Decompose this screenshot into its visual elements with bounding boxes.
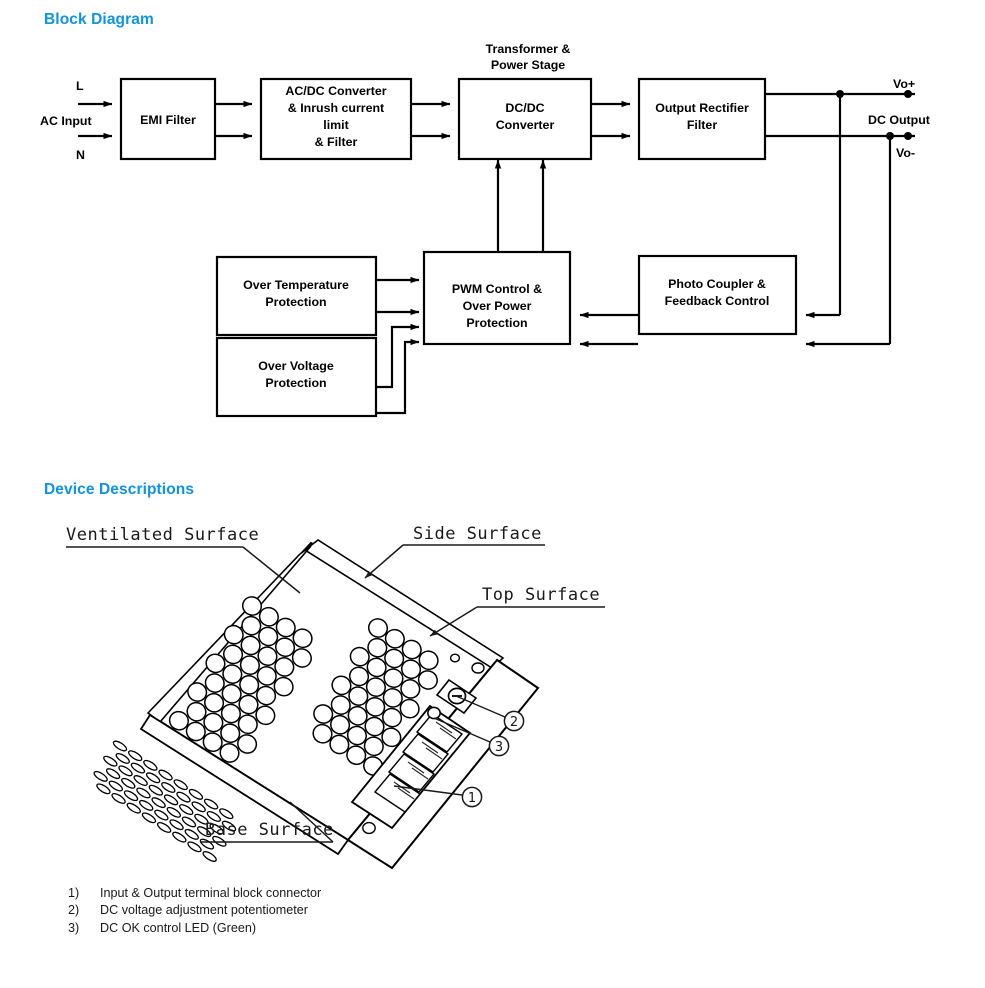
label-output-negative: Vo-: [896, 146, 915, 160]
callout-3: 3: [488, 735, 510, 757]
annotation-transformer-line1: Transformer &: [486, 42, 571, 56]
label-ventilated-surface: Ventilated Surface: [66, 525, 259, 545]
block-label-ovp-line1: Over Voltage: [258, 359, 334, 373]
device-illustration: Ventilated Surface Side Surface Top Surf…: [0, 510, 985, 880]
svg-text:3: 3: [495, 740, 503, 755]
label-ac-input: AC Input: [40, 114, 92, 128]
callout-1: 1: [461, 786, 483, 808]
block-pwm-control: [422, 250, 572, 346]
block-label-pwm-line3: Protection: [466, 316, 527, 330]
device-descriptions-heading: Device Descriptions: [44, 481, 195, 498]
block-diagram: EMI Filter AC/DC Converter & Inrush curr…: [0, 32, 985, 442]
label-base-surface: Base Surface: [205, 820, 334, 840]
annotation-transformer-line2: Power Stage: [491, 58, 565, 72]
legend-item: 1) Input & Output terminal block connect…: [68, 885, 668, 902]
svg-text:2: 2: [510, 715, 518, 730]
callout-2: 2: [503, 710, 525, 732]
wire-ovp-to-pwm-b: [376, 338, 420, 415]
block-label-dcdc-line1: DC/DC: [505, 101, 544, 115]
legend-item: 2) DC voltage adjustment potentiometer: [68, 902, 668, 919]
block-label-pwm-line2: Over Power: [463, 299, 532, 313]
block-label-acdc-line3: limit: [323, 118, 348, 132]
block-label-acdc-line1: AC/DC Converter: [285, 84, 386, 98]
block-label-ovp-line2: Protection: [265, 376, 326, 390]
legend-text: DC voltage adjustment potentiometer: [100, 903, 308, 918]
block-diagram-heading: Block Diagram: [44, 11, 154, 28]
svg-text:1: 1: [468, 791, 476, 806]
legend-number: 3): [68, 920, 80, 935]
block-label-acdc-line4: & Filter: [315, 135, 358, 149]
label-top-surface: Top Surface: [482, 585, 600, 605]
label-dc-output: DC Output: [868, 113, 930, 127]
label-side-surface: Side Surface: [413, 524, 542, 544]
legend-item: 3) DC OK control LED (Green): [68, 920, 668, 937]
block-label-rectifier-line2: Filter: [687, 118, 717, 132]
block-label-coupler-line1: Photo Coupler &: [668, 277, 766, 291]
legend-text: DC OK control LED (Green): [100, 920, 257, 935]
block-label-rectifier-line1: Output Rectifier: [655, 101, 749, 115]
wire-ovp-to-pwm-a: [376, 323, 420, 389]
block-label-otp-line2: Protection: [265, 295, 326, 309]
block-label-coupler-line2: Feedback Control: [665, 294, 770, 308]
block-label-acdc-line2: & Inrush current: [288, 101, 384, 115]
block-label-otp-line1: Over Temperature: [243, 278, 349, 292]
label-output-positive: Vo+: [893, 77, 915, 91]
dc-ok-led: [427, 706, 441, 720]
block-label-pwm-line1: PWM Control &: [452, 282, 542, 296]
legend-number: 2): [68, 903, 80, 918]
block-label-emi-filter: EMI Filter: [140, 113, 196, 127]
device-legend: 1) Input & Output terminal block connect…: [68, 885, 668, 937]
legend-text: Input & Output terminal block connector: [100, 886, 322, 900]
label-line-input: L: [76, 79, 84, 93]
block-label-dcdc-line2: Converter: [496, 118, 555, 132]
legend-number: 1): [68, 886, 80, 900]
label-neutral-input: N: [76, 148, 85, 162]
